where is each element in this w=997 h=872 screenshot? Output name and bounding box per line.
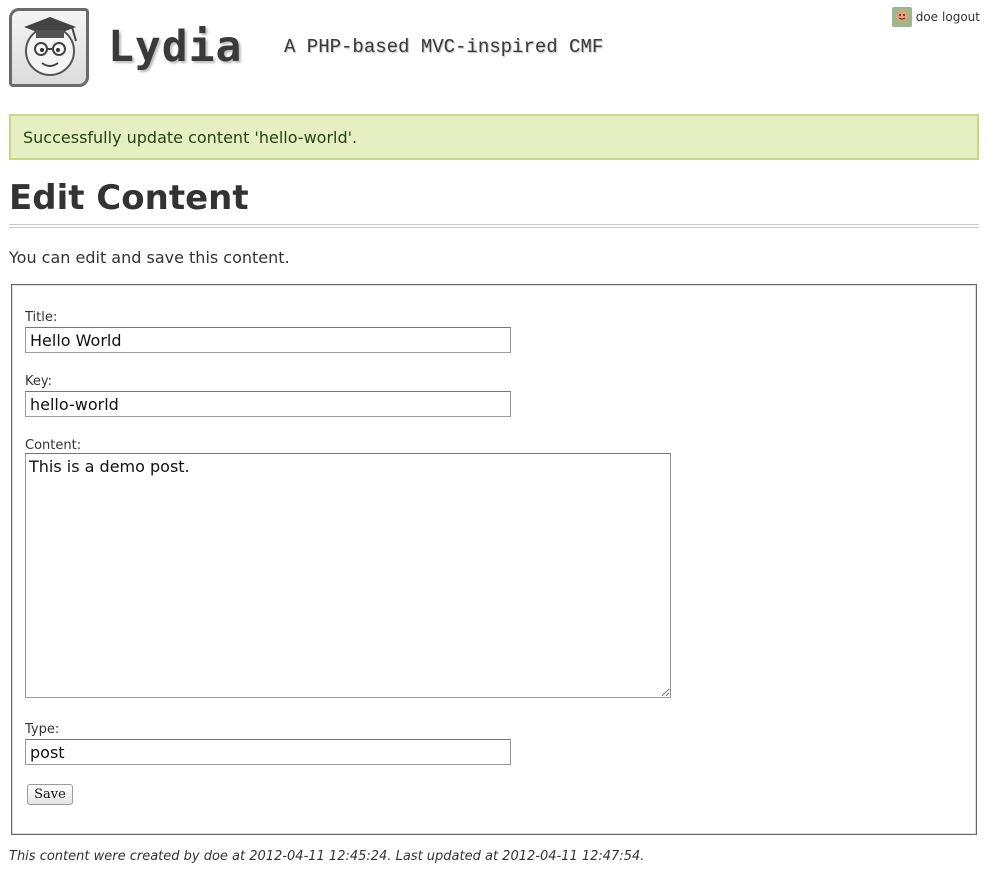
login-menu: doe logout xyxy=(891,7,980,27)
site-logo[interactable] xyxy=(9,8,89,87)
title-label: Title: xyxy=(25,310,58,325)
site-header: Lydia A PHP-based MVC-inspired CMF doe l… xyxy=(0,0,997,100)
page-title: Edit Content xyxy=(9,178,249,218)
type-label: Type: xyxy=(25,722,60,737)
success-flash-message: Successfully update content 'hello-world… xyxy=(9,114,979,160)
key-input[interactable] xyxy=(25,391,511,417)
title-input[interactable] xyxy=(25,327,511,353)
type-input[interactable] xyxy=(25,739,511,765)
site-slogan: A PHP-based MVC-inspired CMF xyxy=(284,36,604,58)
graduate-face-icon xyxy=(24,17,77,76)
title-divider xyxy=(9,224,979,228)
logout-link[interactable]: logout xyxy=(942,10,980,24)
save-button[interactable]: Save xyxy=(27,784,73,805)
content-meta-info: This content were created by doe at 2012… xyxy=(9,849,645,864)
content-textarea[interactable]: This is a demo post. xyxy=(25,453,671,698)
key-label: Key: xyxy=(25,374,53,389)
user-profile-link[interactable]: doe xyxy=(916,10,938,24)
page-intro: You can edit and save this content. xyxy=(9,248,290,267)
user-avatar-icon[interactable] xyxy=(891,7,912,27)
content-label: Content: xyxy=(25,438,82,453)
site-title[interactable]: Lydia xyxy=(108,22,242,72)
